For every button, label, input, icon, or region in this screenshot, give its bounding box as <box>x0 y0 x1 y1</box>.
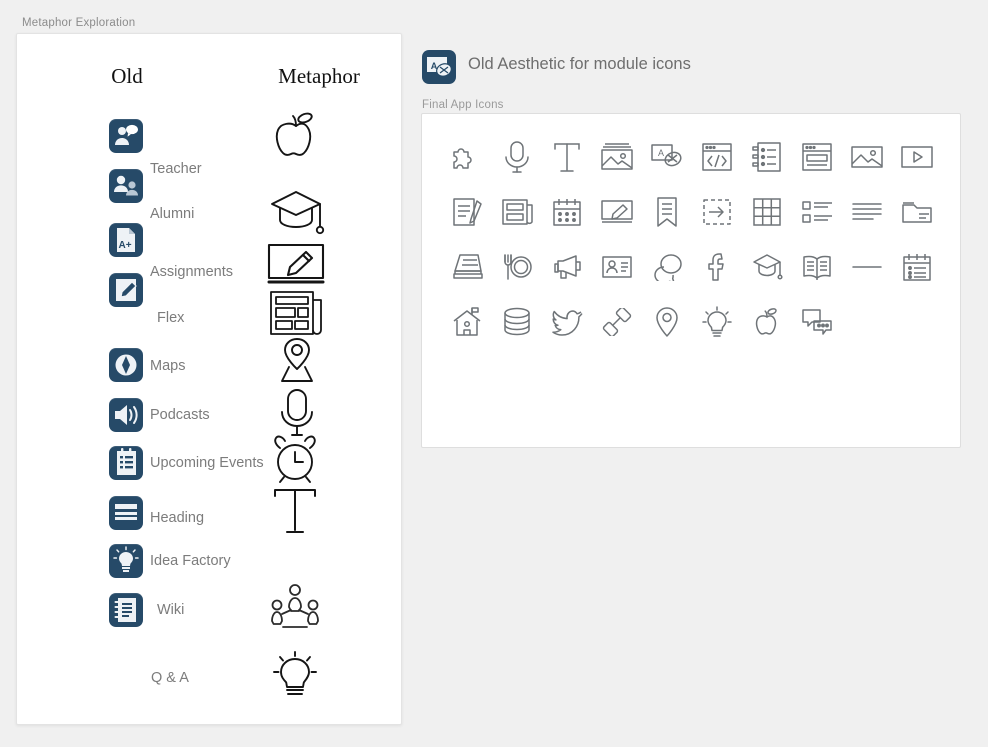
row-label-maps: Maps <box>150 358 186 374</box>
notebook-list-icon[interactable] <box>742 132 792 182</box>
old-icon-wiki[interactable] <box>109 593 143 627</box>
column-header-metaphor: Metaphor <box>278 64 360 88</box>
row-label-podcasts: Podcasts <box>150 407 210 423</box>
code-window-icon[interactable] <box>692 132 742 182</box>
grid-caption: Final App Icons <box>422 99 504 111</box>
database-icon[interactable] <box>492 297 542 347</box>
translate-icon[interactable]: A <box>642 132 692 182</box>
school-house-icon[interactable] <box>442 297 492 347</box>
text-lines-icon[interactable] <box>842 187 892 237</box>
facebook-icon[interactable] <box>692 242 742 292</box>
metaphor-icon-text-t[interactable] <box>269 486 321 534</box>
book-stack-icon[interactable] <box>442 242 492 292</box>
microphone-icon[interactable] <box>492 132 542 182</box>
image-frame-icon[interactable] <box>592 132 642 182</box>
lightbulb-icon[interactable] <box>692 297 742 347</box>
row-label-upcoming-events: Upcoming Events <box>150 455 264 471</box>
row-label-alumni: Alumni <box>150 206 195 222</box>
browser-window-icon[interactable] <box>792 132 842 182</box>
text-t-icon[interactable] <box>542 132 592 182</box>
twitter-bird-icon[interactable] <box>542 297 592 347</box>
puzzle-piece-icon[interactable] <box>442 132 492 182</box>
old-icon-assignments[interactable]: A+ <box>109 223 143 257</box>
id-card-icon[interactable] <box>592 242 642 292</box>
column-header-old: Old <box>111 64 143 88</box>
metaphor-comparison-card: Old Metaphor Teacher Alumni A+ Assignmen… <box>16 33 402 725</box>
old-icon-teacher[interactable] <box>109 119 143 153</box>
checklist-icon[interactable] <box>792 187 842 237</box>
row-label-wiki: Wiki <box>157 602 185 618</box>
speech-bubbles-icon[interactable] <box>642 242 692 292</box>
grid-table-icon[interactable] <box>742 187 792 237</box>
apple-icon[interactable] <box>742 297 792 347</box>
dining-plate-icon[interactable] <box>492 242 542 292</box>
svg-text:A+: A+ <box>118 240 131 251</box>
folder-icon[interactable] <box>892 187 942 237</box>
icon-grid: A <box>442 132 942 347</box>
metaphor-icon-lightbulb[interactable] <box>267 648 323 704</box>
metaphor-icon-alarm-clock[interactable] <box>267 434 323 486</box>
row-label-q-and-a: Q & A <box>151 670 189 686</box>
old-icon-heading[interactable] <box>109 496 143 530</box>
chat-bubbles-icon[interactable] <box>792 297 842 347</box>
final-app-icons-card: A <box>421 113 961 448</box>
landscape-image-icon[interactable] <box>842 132 892 182</box>
old-icon-alumni[interactable] <box>109 169 143 203</box>
metaphor-icon-newspaper[interactable] <box>269 290 325 336</box>
row-label-idea-factory: Idea Factory <box>150 553 231 569</box>
horizontal-rule-icon[interactable] <box>842 242 892 292</box>
page-title: Metaphor Exploration <box>22 17 136 29</box>
video-play-icon[interactable] <box>892 132 942 182</box>
metaphor-icon-microphone[interactable] <box>273 387 321 439</box>
right-panel-title: Old Aesthetic for module icons <box>468 55 691 73</box>
newspaper-icon[interactable] <box>492 187 542 237</box>
metaphor-icon-map-pin[interactable] <box>269 336 325 386</box>
translate-icon[interactable]: A <box>422 50 456 84</box>
bookmark-icon[interactable] <box>642 187 692 237</box>
dashed-arrow-icon[interactable] <box>692 187 742 237</box>
old-icon-maps[interactable] <box>109 348 143 382</box>
old-icon-idea-factory[interactable] <box>109 544 143 578</box>
metaphor-icon-apple[interactable] <box>259 106 333 168</box>
whiteboard-pencil-icon[interactable] <box>592 187 642 237</box>
calendar-list-icon[interactable] <box>892 242 942 292</box>
link-chain-icon[interactable] <box>592 297 642 347</box>
row-label-teacher: Teacher <box>150 161 202 177</box>
calendar-icon[interactable] <box>542 187 592 237</box>
row-label-flex: Flex <box>157 310 185 326</box>
row-label-assignments: Assignments <box>150 264 234 280</box>
metaphor-icon-whiteboard-pencil[interactable] <box>267 242 325 288</box>
row-label-heading: Heading <box>150 510 205 526</box>
svg-text:A: A <box>658 148 664 158</box>
document-pencil-icon[interactable] <box>442 187 492 237</box>
old-icon-upcoming-events[interactable] <box>109 446 143 480</box>
old-icon-flex[interactable] <box>109 273 143 307</box>
old-icon-podcasts[interactable] <box>109 398 143 432</box>
metaphor-icon-people-group[interactable] <box>267 583 323 637</box>
metaphor-icon-graduation-cap[interactable] <box>259 186 333 242</box>
open-book-icon[interactable] <box>792 242 842 292</box>
graduation-cap-icon[interactable] <box>742 242 792 292</box>
megaphone-icon[interactable] <box>542 242 592 292</box>
map-pin-icon[interactable] <box>642 297 692 347</box>
